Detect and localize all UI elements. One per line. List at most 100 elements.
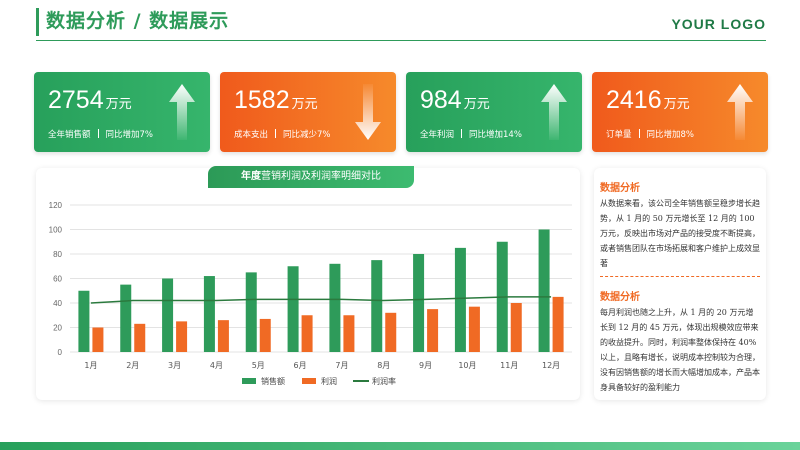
bar-sales (120, 284, 132, 352)
chart-title-tab: 年度营销利润及利润率明细对比 (208, 166, 414, 188)
kpi-change: 同比增加8% (646, 130, 695, 140)
x-tick-label: 3月 (168, 361, 181, 370)
y-tick-label: 120 (49, 201, 63, 210)
arrow-down-icon (355, 84, 381, 140)
x-tick-label: 4月 (210, 361, 223, 370)
bar-sales (413, 254, 425, 352)
bar-sales (329, 263, 341, 352)
kpi-unit: 万元 (291, 97, 318, 112)
x-tick-label: 8月 (377, 361, 390, 370)
legend-label: 利润率 (372, 376, 396, 386)
y-tick-label: 0 (58, 348, 63, 357)
bar-sales (454, 247, 466, 352)
legend-swatch (242, 378, 256, 384)
bar-sales (78, 290, 90, 352)
bar-profit (92, 327, 104, 352)
kpi-card: 1582 万元成本支出 同比减少7% (220, 72, 396, 152)
bar-sales (245, 272, 257, 352)
bar-profit (343, 315, 355, 352)
x-tick-label: 6月 (294, 361, 307, 370)
kpi-subtitle: 全年销售额 同比增加7% (48, 128, 153, 140)
y-tick-label: 40 (53, 299, 62, 308)
kpi-number: 2754 (48, 86, 104, 114)
bar-profit (510, 303, 522, 352)
x-tick-label: 2月 (126, 361, 139, 370)
kpi-card: 984 万元全年利润 同比增加14% (406, 72, 582, 152)
arrow-shape (541, 84, 567, 140)
arrow-up-icon (169, 84, 195, 140)
kpi-number: 984 (420, 86, 462, 114)
x-tick-label: 10月 (458, 361, 476, 370)
kpi-label: 成本支出 (234, 130, 269, 140)
arrow-shape (727, 84, 753, 140)
kpi-separator (461, 129, 463, 138)
analysis-heading-1: 数据分析 (600, 183, 640, 194)
analysis-panel: 数据分析 从数据来看，该公司全年销售额呈稳步增长趋势，从 1 月的 50 万元增… (594, 168, 766, 400)
bar-profit (217, 320, 229, 352)
title-accent-bar (36, 8, 39, 36)
x-tick-label: 7月 (335, 361, 348, 370)
kpi-value: 2416 万元 (606, 86, 690, 115)
chart-title-text: 营销利润及利润率明细对比 (261, 171, 381, 182)
kpi-separator (97, 129, 99, 138)
arrow-shape (355, 84, 381, 140)
bar-profit (134, 323, 146, 352)
bar-profit (259, 318, 271, 352)
x-tick-label: 5月 (252, 361, 265, 370)
y-tick-label: 60 (53, 275, 62, 284)
chart-title-bold: 年度 (241, 171, 261, 182)
logo: YOUR LOGO (671, 16, 766, 32)
bar-profit (176, 321, 188, 352)
kpi-subtitle: 订单量 同比增加8% (606, 128, 694, 140)
kpi-value: 2754 万元 (48, 86, 132, 115)
analysis-divider (600, 276, 760, 277)
analysis-text-2: 每月利润也随之上升，从 1 月的 20 万元增长到 12 月的 45 万元，体现… (600, 308, 760, 392)
y-tick-label: 100 (49, 226, 63, 235)
x-tick-label: 11月 (500, 361, 518, 370)
legend-label: 利润 (321, 376, 337, 386)
arrow-up-icon (727, 84, 753, 140)
bar-sales (287, 266, 299, 352)
bar-sales (162, 278, 174, 352)
kpi-subtitle: 全年利润 同比增加14% (420, 128, 522, 140)
bar-profit (552, 296, 564, 352)
arrow-shape (169, 84, 195, 140)
legend-swatch (302, 378, 316, 384)
kpi-card: 2754 万元全年销售额 同比增加7% (34, 72, 210, 152)
kpi-value: 1582 万元 (234, 86, 318, 115)
page-title: 数据分析 / 数据展示 (46, 10, 230, 32)
combo-chart: 0 20 40 60 80 100 120 1月 2月 3月 4月 5月 6月 7月 8月 9月 10月 11月 1… (49, 201, 572, 386)
arrow-up-icon (541, 84, 567, 140)
bar-sales (371, 260, 383, 352)
bottom-accent-bar (0, 442, 800, 450)
legend-label: 销售额 (261, 376, 285, 386)
x-tick-label: 1月 (84, 361, 97, 370)
kpi-value: 984 万元 (420, 86, 490, 115)
kpi-label: 全年利润 (420, 130, 455, 140)
bar-sales (538, 229, 550, 352)
y-tick-label: 20 (53, 324, 62, 333)
kpi-unit: 万元 (663, 97, 690, 112)
bar-profit (468, 306, 480, 352)
line-profit-rate (90, 296, 552, 304)
analysis-heading-2: 数据分析 (600, 292, 640, 303)
kpi-number: 1582 (234, 86, 290, 114)
kpi-number: 2416 (606, 86, 662, 114)
kpi-label: 订单量 (606, 130, 632, 140)
bar-profit (385, 312, 397, 352)
analysis-text-1: 从数据来看，该公司全年销售额呈稳步增长趋势，从 1 月的 50 万元增长至 12… (600, 199, 760, 268)
kpi-unit: 万元 (105, 97, 132, 112)
x-tick-label: 9月 (419, 361, 432, 370)
kpi-card: 2416 万元订单量 同比增加8% (592, 72, 768, 152)
kpi-unit: 万元 (463, 97, 490, 112)
kpi-change: 同比减少7% (283, 130, 331, 140)
x-tick-label: 12月 (542, 361, 560, 370)
bar-sales (203, 276, 215, 352)
header-divider (36, 40, 766, 41)
kpi-change: 同比增加7% (105, 130, 154, 140)
bar-profit (427, 309, 439, 352)
bar-profit (301, 315, 313, 352)
kpi-label: 全年销售额 (48, 130, 91, 140)
kpi-separator (275, 129, 277, 138)
kpi-change: 同比增加14% (469, 130, 522, 140)
